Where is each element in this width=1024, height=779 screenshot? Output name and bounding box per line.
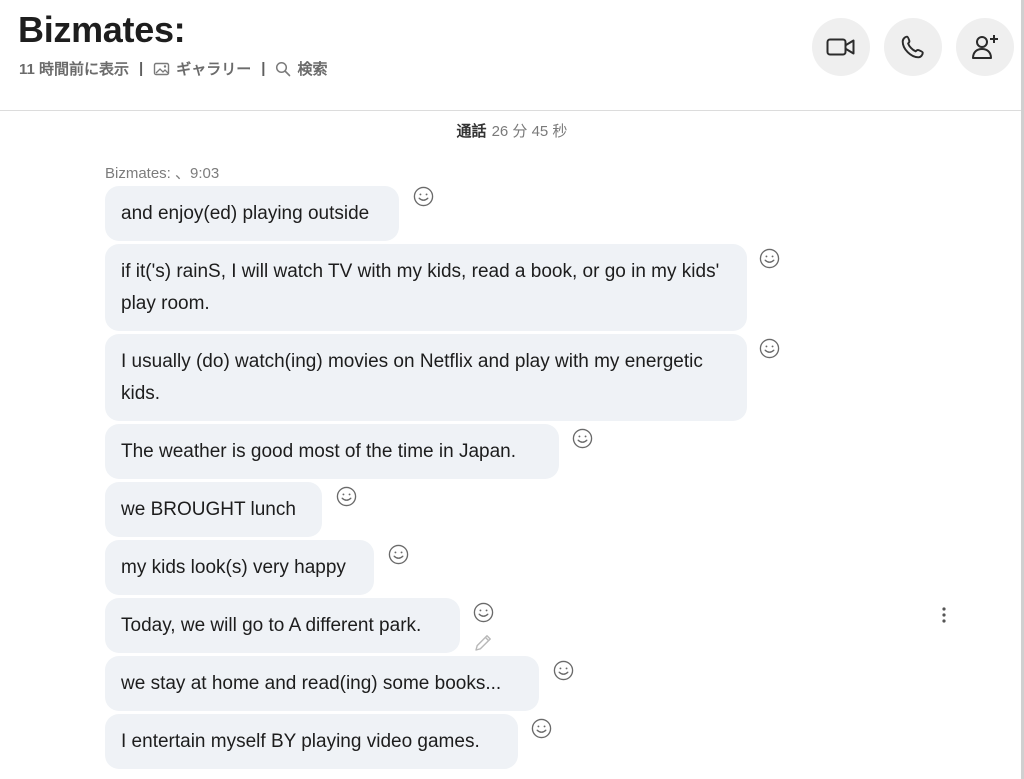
call-duration: 26 分 45 秒 bbox=[491, 123, 568, 140]
smiley-reaction-icon[interactable] bbox=[336, 486, 357, 507]
message-text: I usually (do) watch(ing) movies on Netf… bbox=[121, 350, 703, 404]
gallery-label: ギャラリー bbox=[176, 61, 252, 78]
gallery-icon bbox=[154, 62, 170, 75]
smiley-reaction-icon[interactable] bbox=[572, 428, 593, 449]
search-label: 検索 bbox=[297, 61, 328, 78]
message-text: my kids look(s) very happy bbox=[121, 556, 346, 578]
chat-header: Bizmates: 11 時間前に表示 | ギャラリー | 検索 bbox=[0, 0, 1024, 111]
message-text: we stay at home and read(ing) some books… bbox=[121, 672, 502, 694]
video-call-button[interactable] bbox=[812, 18, 870, 76]
message-bubble[interactable]: we BROUGHT lunch bbox=[105, 482, 322, 537]
message-text: we BROUGHT lunch bbox=[121, 498, 296, 520]
message-bubble[interactable]: and enjoy(ed) playing outside bbox=[105, 186, 399, 241]
separator: | bbox=[261, 60, 266, 77]
conversation-title: Bizmates: bbox=[18, 9, 186, 50]
smiley-reaction-icon[interactable] bbox=[531, 718, 552, 739]
gallery-link[interactable]: ギャラリー bbox=[153, 58, 251, 79]
add-participant-button[interactable] bbox=[956, 18, 1014, 76]
message-text: The weather is good most of the time in … bbox=[121, 440, 516, 462]
smiley-reaction-icon[interactable] bbox=[553, 660, 574, 681]
message-text: and enjoy(ed) playing outside bbox=[121, 202, 370, 224]
phone-icon bbox=[901, 35, 924, 59]
separator: | bbox=[139, 60, 144, 77]
search-icon bbox=[276, 61, 291, 76]
message-text: Today, we will go to A different park. bbox=[121, 614, 422, 636]
smiley-reaction-icon[interactable] bbox=[759, 248, 780, 269]
search-link[interactable]: 検索 bbox=[275, 58, 327, 79]
smiley-reaction-icon[interactable] bbox=[759, 338, 780, 359]
message-bubble[interactable]: The weather is good most of the time in … bbox=[105, 424, 559, 479]
message-text: if it('s) rainS, I will watch TV with my… bbox=[121, 260, 720, 314]
video-camera-icon bbox=[826, 38, 855, 56]
smiley-reaction-icon[interactable] bbox=[473, 602, 494, 623]
smiley-reaction-icon[interactable] bbox=[413, 186, 434, 207]
conversation-subbar: 11 時間前に表示 | ギャラリー | 検索 bbox=[19, 58, 327, 79]
call-label: 通話 bbox=[456, 123, 487, 140]
message-text: I entertain myself BY playing video game… bbox=[121, 730, 480, 752]
message-bubble[interactable]: Today, we will go to A different park. bbox=[105, 598, 460, 653]
message-bubble[interactable]: I entertain myself BY playing video game… bbox=[105, 714, 518, 769]
message-bubble[interactable]: my kids look(s) very happy bbox=[105, 540, 374, 595]
more-options-icon[interactable] bbox=[937, 604, 951, 626]
sender-timestamp: Bizmates: 、9:03 bbox=[105, 165, 220, 182]
last-seen-status: 11 時間前に表示 bbox=[19, 61, 130, 78]
smiley-reaction-icon[interactable] bbox=[388, 544, 409, 565]
voice-call-button[interactable] bbox=[884, 18, 942, 76]
message-bubble[interactable]: if it('s) rainS, I will watch TV with my… bbox=[105, 244, 747, 331]
message-bubble[interactable]: we stay at home and read(ing) some books… bbox=[105, 656, 539, 711]
pencil-edit-icon[interactable] bbox=[472, 632, 494, 654]
message-bubble[interactable]: I usually (do) watch(ing) movies on Netf… bbox=[105, 334, 747, 421]
call-summary: 通話 26 分 45 秒 bbox=[0, 120, 1024, 141]
add-person-icon bbox=[972, 35, 998, 59]
